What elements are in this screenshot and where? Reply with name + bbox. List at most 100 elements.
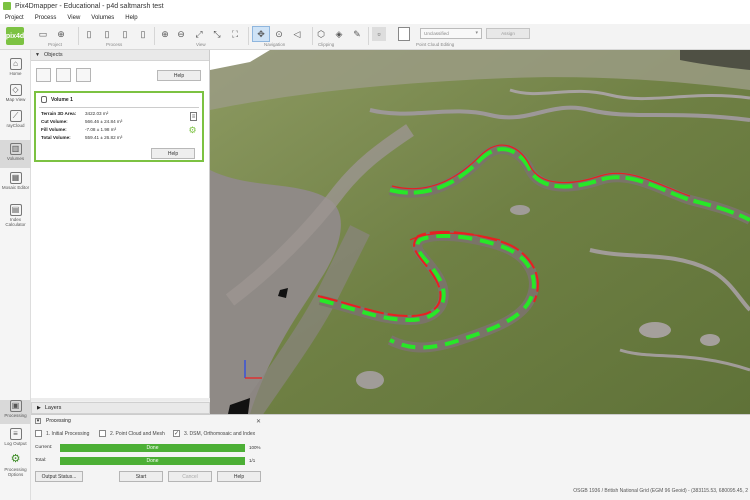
- menu-project[interactable]: Project: [0, 15, 30, 21]
- processing-header: ▾ Processing: [35, 418, 71, 424]
- step-label: 2. Point Cloud and Mesh: [110, 430, 165, 437]
- toolbar: pix4d ▭ ⊕ Project ▯ ▯ ▯ ▯ Process ⊕ ⊖ ⤢ …: [0, 24, 750, 50]
- new-project-icon[interactable]: ▯: [82, 27, 96, 41]
- objects-panel: ▼ Objects Help Volume 1 Terrain 3D Area:…: [31, 50, 210, 400]
- expand-arrow-icon: ▶: [37, 405, 41, 411]
- step-point-cloud-mesh[interactable]: 2. Point Cloud and Mesh: [99, 430, 165, 437]
- menu-bar: Project Process View Volumes Help: [0, 12, 750, 24]
- volumes-icon: ▥: [9, 143, 22, 155]
- raycloud-3d-viewport[interactable]: [210, 50, 750, 414]
- edit-select-icon[interactable]: ▫: [372, 27, 386, 41]
- close-icon[interactable]: ✕: [256, 418, 261, 425]
- step-checkbox-checked[interactable]: ✓: [173, 430, 180, 437]
- sidebar-item-label: rayCloud: [6, 123, 25, 128]
- volume-row-key: Fill Volume:: [41, 127, 67, 132]
- gear-icon: ⚙: [10, 453, 21, 465]
- step-dsm-orthomosaic[interactable]: ✓ 3. DSM, Orthomosaic and Index: [173, 430, 255, 437]
- volume-row: Terrain 3D Area: 3422.03 m²: [41, 111, 108, 116]
- sidebar-item-volumes[interactable]: ▥ Volumes: [0, 140, 31, 168]
- sidebar-item-processing-options[interactable]: ⚙ Processing Options: [0, 454, 31, 484]
- save-icon[interactable]: ▭: [36, 27, 50, 41]
- volume-row-value: 566.46 ± 24.84 m³: [85, 119, 123, 124]
- sidebar-item-index-calculator[interactable]: ▤ Index Calculator: [0, 204, 31, 234]
- toolbar-label-project: Project: [48, 42, 63, 47]
- export-volume-icon[interactable]: [76, 68, 91, 82]
- layers-panel-header[interactable]: ▶ Layers: [31, 402, 210, 414]
- toolbar-group-clipping: ⬡ ◈ ✎ Clipping: [314, 26, 366, 48]
- processing-title: Processing: [46, 418, 71, 424]
- zoom-selection-icon[interactable]: ⤡: [210, 27, 224, 41]
- perspective-icon[interactable]: ◁: [290, 27, 304, 41]
- step-initial-processing[interactable]: 1. Initial Processing: [35, 430, 89, 437]
- toolbar-group-project: ▭ ⊕ Project: [34, 26, 76, 48]
- volume-help-button[interactable]: Help: [151, 148, 195, 159]
- menu-help[interactable]: Help: [120, 15, 143, 21]
- left-sidebar-processing: ▣ Processing ≡ Log Output ⚙ Processing O…: [0, 398, 31, 500]
- current-progress-bar: Done: [60, 444, 245, 452]
- sidebar-item-home[interactable]: ⌂ Home: [0, 58, 31, 82]
- sidebar-item-processing[interactable]: ▣ Processing: [0, 400, 31, 424]
- sidebar-item-mosaic-editor[interactable]: ▦ Mosaic Editor: [0, 172, 31, 200]
- classification-dropdown[interactable]: Unclassified ▾: [420, 28, 482, 39]
- home-icon: ⌂: [9, 58, 22, 70]
- navigation-move-icon[interactable]: ✥: [252, 26, 270, 42]
- pix4d-logo: pix4d: [6, 27, 24, 45]
- volume-title: Volume 1: [41, 96, 73, 103]
- app-logo-icon: [3, 2, 11, 10]
- step-checkbox[interactable]: [99, 430, 106, 437]
- sidebar-item-label: Log Output: [4, 441, 27, 446]
- sidebar-item-log-output[interactable]: ≡ Log Output: [0, 428, 31, 450]
- index-calculator-icon: ▤: [9, 204, 22, 216]
- objects-panel-title: Objects: [43, 52, 63, 58]
- clipping-box-icon[interactable]: ⬡: [314, 27, 328, 41]
- brush-icon[interactable]: ✎: [350, 27, 364, 41]
- open-project-icon[interactable]: ▯: [100, 27, 114, 41]
- import-volume-icon[interactable]: [56, 68, 71, 82]
- assign-button[interactable]: Assign: [486, 28, 530, 39]
- cancel-button[interactable]: Cancel: [168, 471, 212, 482]
- toolbar-group-process: ▯ ▯ ▯ ▯ Process: [80, 26, 150, 48]
- menu-process[interactable]: Process: [30, 15, 63, 21]
- objects-panel-header[interactable]: ▼ Objects: [31, 50, 209, 61]
- zoom-in-icon[interactable]: ⊕: [158, 27, 172, 41]
- zoom-out-icon[interactable]: ⊖: [174, 27, 188, 41]
- volume-row-key: Cut Volume:: [41, 119, 68, 124]
- volume-row: Cut Volume: 566.46 ± 24.84 m³: [41, 119, 122, 124]
- volume-card[interactable]: Volume 1 Terrain 3D Area: 3422.03 m² Cut…: [34, 91, 204, 162]
- output-status-button[interactable]: Output Status...: [35, 471, 83, 482]
- step-checkbox[interactable]: [35, 430, 42, 437]
- toolbar-label-navigation: Navigation: [264, 42, 286, 47]
- menu-volumes[interactable]: Volumes: [86, 15, 120, 21]
- volume-row-value: 559.41 ± 26.82 m³: [85, 135, 123, 140]
- report-icon[interactable]: ≡: [190, 112, 197, 121]
- processing-help-button[interactable]: Help: [217, 471, 261, 482]
- report-icon[interactable]: ▯: [136, 27, 150, 41]
- volume-row-value: 3422.03 m²: [85, 111, 109, 116]
- status-bar-coordinates: OSGB 1936 / British National Grid (EGM 9…: [573, 488, 748, 494]
- new-volume-icon[interactable]: [36, 68, 51, 82]
- zoom-extent-icon[interactable]: ⤢: [192, 27, 206, 41]
- sidebar-item-raycloud[interactable]: ⟋ rayCloud: [0, 110, 31, 134]
- fullscreen-icon[interactable]: ⛶: [228, 27, 242, 41]
- volume-name: Volume 1: [51, 96, 73, 103]
- step-label: 1. Initial Processing: [46, 430, 90, 437]
- gear-icon[interactable]: ⚙: [188, 126, 197, 135]
- toolbar-label-process: Process: [106, 42, 123, 47]
- window-title: Pix4Dmapper - Educational - p4d saltmars…: [15, 2, 164, 10]
- menu-view[interactable]: View: [62, 15, 86, 21]
- start-button[interactable]: Start: [119, 471, 163, 482]
- crosshair-icon[interactable]: ⊕: [54, 27, 68, 41]
- panel-splitter[interactable]: [31, 398, 210, 401]
- processing-icon: ▣: [9, 400, 22, 412]
- collapse-icon[interactable]: ▾: [35, 418, 41, 424]
- volume-row: Total Volume: 559.41 ± 26.82 m³: [41, 135, 122, 140]
- sidebar-item-map-view[interactable]: ◇ Map View: [0, 84, 31, 108]
- process-icon[interactable]: ▯: [118, 27, 132, 41]
- orbit-icon[interactable]: ⊙: [272, 27, 286, 41]
- objects-help-button[interactable]: Help: [157, 70, 201, 81]
- log-output-icon: ≡: [9, 428, 22, 440]
- volume-row-value: -7.08 ± 1.98 m³: [85, 127, 117, 132]
- mosaic-editor-icon: ▦: [9, 172, 22, 184]
- class-color-icon[interactable]: [398, 27, 410, 41]
- cube-icon[interactable]: ◈: [332, 27, 346, 41]
